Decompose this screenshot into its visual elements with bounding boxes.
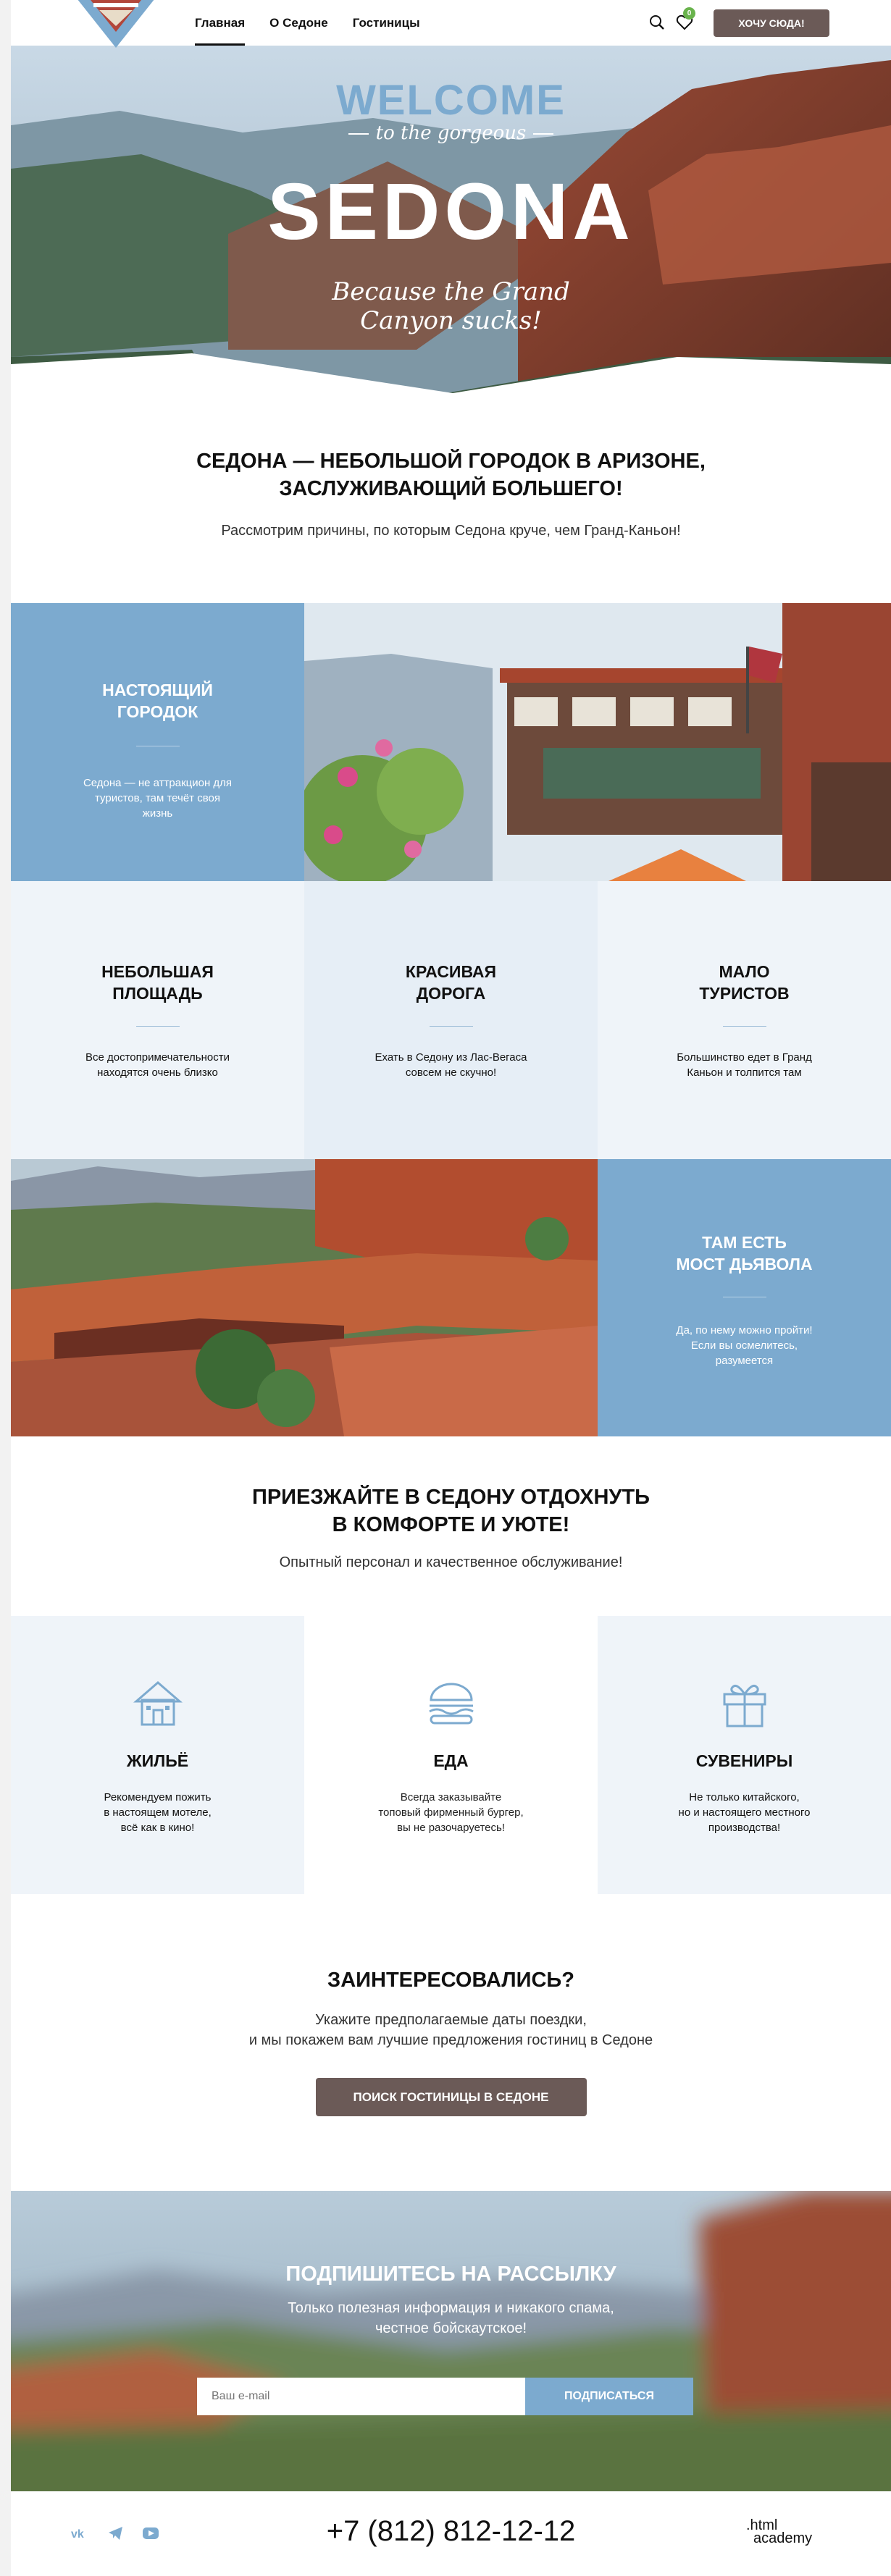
feature-title: Еда [433, 1751, 469, 1770]
hero-city-title: SEDONA [267, 167, 635, 256]
main-nav: Главная О Седоне Гостиницы [195, 0, 445, 46]
sedona-logo[interactable] [62, 0, 170, 51]
divider [429, 1026, 473, 1027]
divider [722, 1026, 766, 1027]
town-street-photo [304, 603, 891, 881]
search-icon[interactable] [648, 14, 666, 31]
comfort-title: Приезжайте в Седону отдохнуть в комфорте… [251, 1486, 651, 1536]
reason-title: Красивая дорога [405, 962, 497, 1003]
nav-about[interactable]: О Седоне [269, 0, 328, 46]
comfort-section: Приезжайте в Седону отдохнуть в комфорте… [11, 1436, 891, 1616]
intro-title: Седона — небольшой городок в Аризоне, за… [196, 450, 706, 500]
site-header: Главная О Седоне Гостиницы 0 Хочу сюда! [11, 0, 891, 48]
gift-icon [723, 1684, 766, 1727]
comfort-subtitle: Опытный персонал и качественное обслужив… [279, 1554, 623, 1570]
favorites-count-badge: 0 [683, 7, 695, 20]
intro-section: Седона — небольшой городок в Аризоне, за… [11, 400, 891, 603]
feature-title: Сувениры [695, 1751, 793, 1770]
feature-desc: Всегда заказывайте топовый фирменный бург… [378, 1791, 524, 1834]
interest-text: Укажите предполагаемые даты поездки, и м… [248, 2012, 653, 2048]
email-input[interactable] [197, 2378, 525, 2415]
page: Главная О Седоне Гостиницы 0 Хочу сюда! [11, 0, 891, 2576]
devils-bridge-photo [11, 1159, 598, 1436]
hero-banner: WELCOME to the gorgeous SEDONA Because t… [11, 46, 891, 400]
feature-card-food: Еда Всегда заказывайте топовый фирменный … [304, 1616, 598, 1894]
reason-desc: Седона — не аттракцион для туристов, там … [83, 777, 233, 820]
nav-hotels[interactable]: Гостиницы [353, 0, 420, 46]
hero-quote: Because the Grand Canyon sucks! [332, 277, 570, 335]
reason-desc: Все достопримечательности находятся очень… [85, 1051, 230, 1079]
html-academy-logo[interactable]: .html academy [746, 2518, 840, 2546]
feature-card-housing: Жильё Рекомендуем пожить в настоящем моте… [11, 1616, 304, 1894]
reason-card-beautiful-road: Красивая дорога Ехать в Седону из Лас-Вег… [304, 881, 598, 1159]
reason-card-small-area: Небольшая площадь Все достопримечательнос… [11, 881, 304, 1159]
interest-section: Заинтересовались? Укажите предполагаемые… [11, 1894, 891, 2191]
interest-title: Заинтересовались? [327, 1969, 574, 1992]
house-icon [133, 1681, 183, 1726]
reason-card-few-tourists: Мало туристов Большинство едет в Гранд Кан… [598, 881, 891, 1159]
feature-desc: Рекомендуем пожить в настоящем мотеле, всё… [104, 1791, 212, 1834]
feature-desc: Не только китайского, но и настоящего мес… [678, 1791, 811, 1834]
reason-title: Мало туристов [699, 962, 790, 1003]
subscribe-text: Только полезная информация и никакого сп… [288, 2300, 614, 2336]
reason-desc: Да, по нему можно пройти! Если вы осмелит… [676, 1324, 813, 1367]
feature-title: Жильё [126, 1751, 189, 1770]
reason-card-devils-bridge: Там есть мост дьявола Да, по нему можно п… [598, 1159, 891, 1436]
subscribe-title: Подпишитесь на рассылку [285, 2263, 616, 2286]
divider [135, 1026, 180, 1027]
reason-title: Настоящий городок [102, 681, 213, 721]
search-hotel-button[interactable]: Поиск гостиницы в Седоне [315, 2078, 587, 2116]
burger-icon [428, 1683, 474, 1725]
reason-desc: Большинство едет в Гранд Каньон и толпитс… [677, 1051, 812, 1079]
subscribe-button[interactable]: Подписаться [525, 2378, 693, 2415]
reason-desc: Ехать в Седону из Лас-Вегаса совсем не ск… [375, 1051, 527, 1079]
reason-title: Небольшая площадь [101, 962, 214, 1003]
hero-welcome: WELCOME [336, 77, 566, 124]
hero-to-the: to the gorgeous [11, 122, 891, 144]
nav-home[interactable]: Главная [195, 0, 246, 46]
intro-subtitle: Рассмотрим причины, по которым Седона кр… [221, 523, 681, 539]
subscribe-section: Подпишитесь на рассылку Только полезная … [11, 2191, 891, 2491]
feature-card-souvenirs: Сувениры Не только китайского, но и насто… [598, 1616, 891, 1894]
reason-card-real-town: Настоящий городок Седона — не аттракцион … [11, 603, 304, 881]
reason-title: Там есть мост дьявола [676, 1233, 813, 1274]
site-footer: vk +7 (812) 812-12-12 .html academy [11, 2491, 891, 2576]
want-here-button[interactable]: Хочу сюда! [714, 9, 829, 37]
